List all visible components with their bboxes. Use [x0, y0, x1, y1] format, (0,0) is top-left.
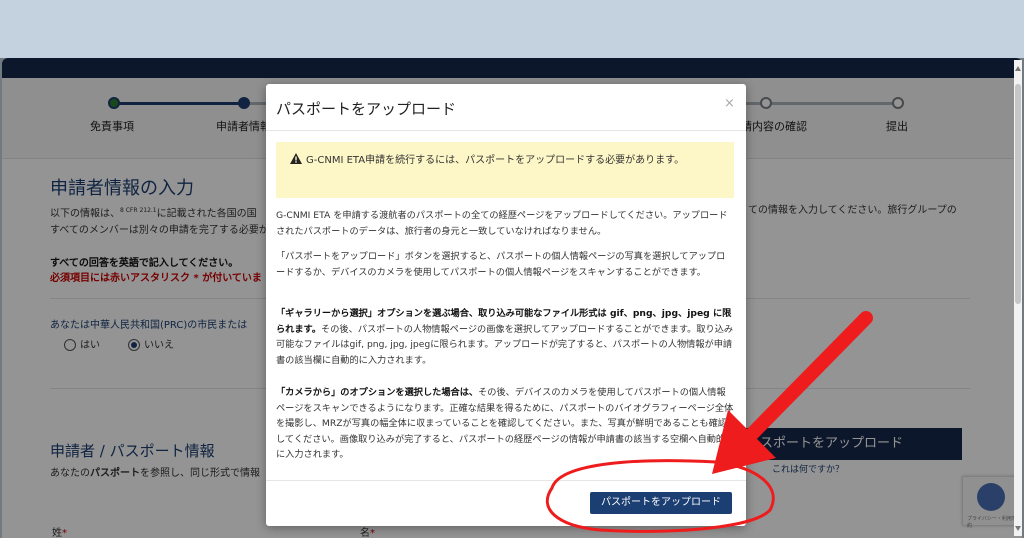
browser-top-band	[0, 0, 1024, 58]
modal-footer-divider	[266, 480, 746, 481]
scrollbar-thumb[interactable]	[1015, 84, 1021, 304]
modal-title: パスポートをアップロード	[276, 100, 457, 118]
modal-paragraph-4: 「カメラから」のオプションを選択した場合は、その後、デバイスのカメラを使用してパ…	[276, 385, 734, 463]
modal-paragraph-3: 「ギャラリーから選択」オプションを選ぶ場合、取り込み可能なファイル形式は gif…	[276, 306, 734, 368]
paragraph-3-text: その後、パスポートの人物情報ページの画像を選択してアップロードすることができます…	[276, 323, 734, 366]
modal-paragraph-2: 「パスポートをアップロード」ボタンを選択すると、パスポートの個人情報ページの写真…	[276, 251, 726, 278]
modal-header: パスポートをアップロード ×	[266, 84, 746, 131]
upload-passport-modal: パスポートをアップロード × G-CNMI ETA申請を続行するには、パスポート…	[266, 84, 746, 526]
page-scrollbar[interactable]	[1014, 60, 1022, 536]
warning-icon	[290, 153, 302, 170]
warning-text: G-CNMI ETA申請を続行するには、パスポートをアップロードする必要がありま…	[306, 155, 685, 166]
scroll-down-arrow-icon[interactable]	[1015, 526, 1021, 531]
scroll-up-arrow-icon[interactable]	[1015, 66, 1021, 71]
close-icon[interactable]: ×	[724, 96, 735, 111]
warning-box: G-CNMI ETA申請を続行するには、パスポートをアップロードする必要がありま…	[276, 142, 734, 198]
upload-passport-button[interactable]: パスポートをアップロード	[590, 492, 732, 514]
modal-paragraph-1: G-CNMI ETA を申請する渡航者のパスポートの全ての経歴ページをアップロー…	[276, 210, 728, 237]
paragraph-4-bold: 「カメラから」のオプションを選択した場合は、	[276, 387, 479, 398]
